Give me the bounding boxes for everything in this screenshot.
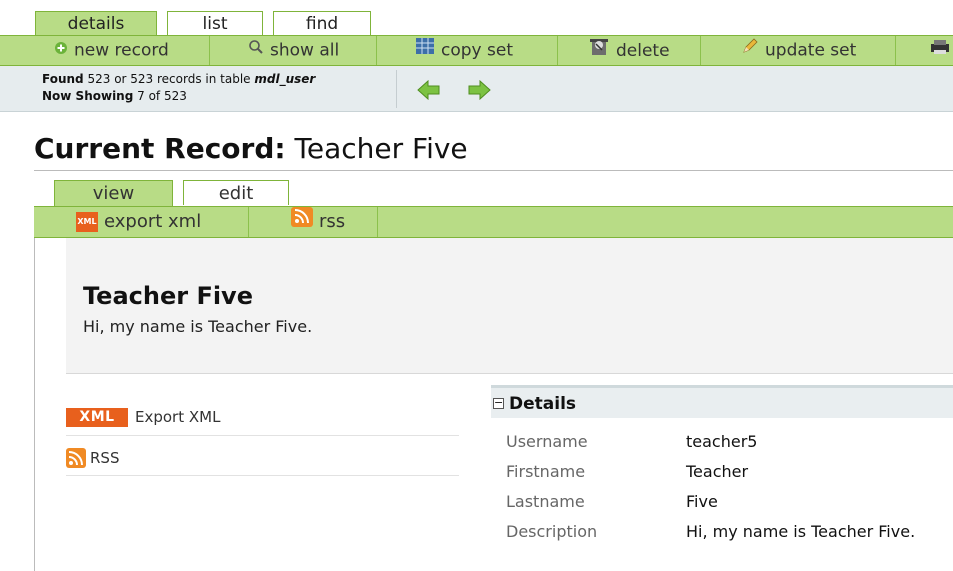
showing-prefix: Now Showing [42, 89, 134, 103]
rss-label: rss [319, 211, 346, 232]
export-xml-label: export xml [104, 211, 202, 232]
copy-set-button[interactable]: copy set [377, 36, 558, 65]
page-title-name: Teacher Five [294, 132, 468, 165]
found-count: 523 or 523 records in table [87, 72, 251, 86]
detail-value: teacher5 [686, 432, 758, 451]
rss-icon [66, 448, 86, 472]
rss-feed-icon [291, 207, 313, 237]
pencil-icon [741, 36, 759, 65]
update-set-button[interactable]: update set [701, 36, 896, 65]
show-all-button[interactable]: show all [210, 36, 377, 65]
copy-set-label: copy set [441, 40, 513, 61]
rss-link-label: RSS [90, 449, 120, 467]
export-xml-link[interactable]: XML Export XML [66, 406, 459, 436]
details-section-header[interactable]: − Details [491, 385, 953, 418]
export-xml-button[interactable]: XML export xml [34, 207, 249, 237]
status-divider [396, 70, 397, 108]
view-toolbar: XML export xml rss [34, 206, 953, 238]
detail-value: Teacher [686, 462, 749, 481]
title-divider [34, 170, 953, 171]
rss-link[interactable]: RSS [66, 446, 459, 476]
trash-bin-icon [588, 36, 610, 66]
new-record-button[interactable]: new record [40, 36, 210, 65]
collapse-toggle-icon[interactable]: − [493, 397, 504, 409]
found-prefix: Found [42, 72, 84, 86]
update-set-label: update set [765, 40, 857, 61]
summary-name: Teacher Five [83, 282, 253, 310]
xml-badge-icon: XML [66, 408, 128, 427]
detail-label: Description [506, 522, 598, 541]
detail-label: Username [506, 432, 588, 451]
tab-details[interactable]: details [35, 11, 157, 37]
show-all-label: show all [270, 40, 340, 61]
grid-table-icon [415, 36, 435, 65]
details-title: Details [509, 394, 577, 414]
xml-icon: XML [76, 212, 98, 232]
record-count-text: Found 523 or 523 records in table mdl_us… [42, 71, 315, 105]
printer-icon [930, 36, 950, 65]
record-status-bar: Found 523 or 523 records in table mdl_us… [0, 66, 953, 112]
showing-count: 7 of 523 [137, 89, 187, 103]
new-record-label: new record [74, 40, 169, 61]
tab-edit[interactable]: edit [183, 180, 289, 205]
table-name: mdl_user [254, 72, 316, 86]
previous-record-arrow-icon[interactable] [417, 79, 441, 104]
next-record-arrow-icon[interactable] [467, 79, 491, 104]
page-title: Current Record: Teacher Five [34, 132, 468, 165]
rss-button[interactable]: rss [249, 207, 378, 237]
magnifier-icon [248, 36, 264, 65]
tab-view[interactable]: view [54, 180, 173, 207]
delete-button[interactable]: delete [558, 36, 701, 65]
summary-description: Hi, my name is Teacher Five. [83, 317, 313, 336]
delete-label: delete [616, 41, 670, 61]
detail-value: Five [686, 492, 718, 511]
plus-circle-icon [54, 36, 68, 65]
content-frame-border [34, 238, 35, 571]
detail-label: Firstname [506, 462, 586, 481]
page-title-label: Current Record: [34, 132, 286, 165]
print-button[interactable] [896, 36, 953, 65]
detail-value: Hi, my name is Teacher Five. [686, 522, 916, 541]
detail-label: Lastname [506, 492, 585, 511]
action-toolbar: new record show all copy set delete upda… [0, 35, 953, 66]
export-xml-link-label: Export XML [135, 408, 221, 426]
record-summary: Teacher Five Hi, my name is Teacher Five… [66, 238, 953, 374]
tab-list[interactable]: list [167, 11, 263, 35]
tab-find[interactable]: find [273, 11, 371, 35]
